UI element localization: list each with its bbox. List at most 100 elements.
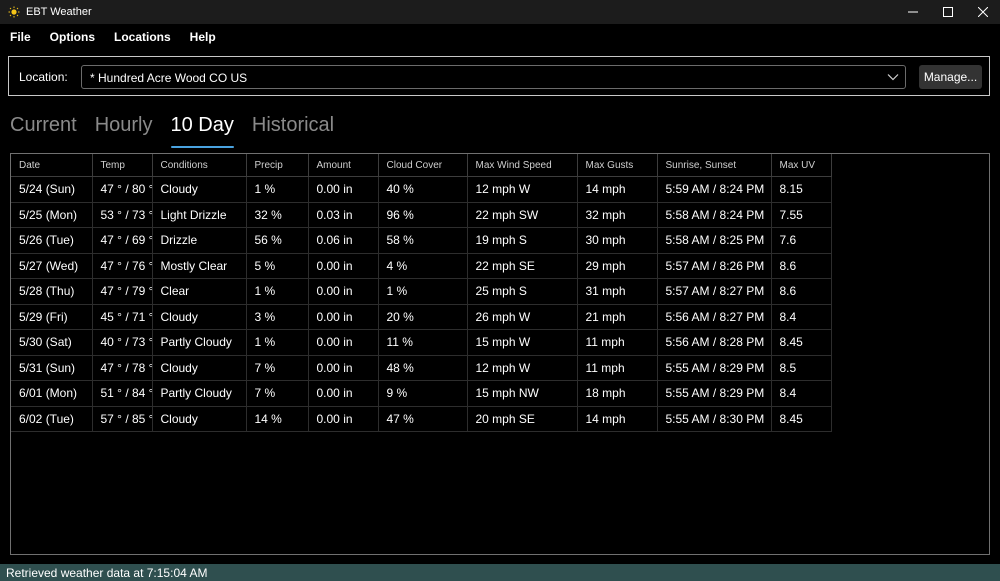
status-text: Retrieved weather data at 7:15:04 AM [6,565,208,580]
cell-max-wind-speed: 22 mph SE [467,253,578,279]
cell-date: 5/29 (Fri) [11,304,93,330]
cell-date: 5/28 (Thu) [11,278,93,305]
column-header-sunrise-sunset[interactable]: Sunrise, Sunset [657,154,772,177]
column-header-precip[interactable]: Precip [246,154,309,177]
column-header-conditions[interactable]: Conditions [152,154,247,177]
cell-max-gusts: 29 mph [577,253,658,279]
cell-amount: 0.00 in [308,355,379,381]
cell-precip: 1 % [246,278,309,305]
cell-max-gusts: 32 mph [577,202,658,228]
table-row[interactable]: 5/31 (Sun) 47 ° / 78 ° Cloudy 7 % 0.00 in 48 … [11,355,832,381]
title-bar[interactable]: EBT Weather [0,0,1000,24]
menu-file[interactable]: File [1,26,40,48]
cell-conditions: Light Drizzle [152,202,247,228]
tab-current[interactable]: Current [10,112,77,144]
cell-max-wind-speed: 20 mph SE [467,406,578,432]
cell-max-uv: 8.6 [771,253,832,279]
cell-precip: 5 % [246,253,309,279]
menu-bar: File Options Locations Help [0,26,225,48]
menu-locations[interactable]: Locations [105,26,180,48]
menu-help[interactable]: Help [181,26,225,48]
table-row[interactable]: 5/28 (Thu) 47 ° / 79 ° Clear 1 % 0.00 in 1 % 2… [11,278,832,305]
table-row[interactable]: 5/27 (Wed) 47 ° / 76 ° Mostly Clear 5 % 0.00… [11,253,832,279]
cell-max-gusts: 14 mph [577,176,658,203]
cell-amount: 0.00 in [308,329,379,356]
cell-sunrise-sunset: 5:56 AM / 8:28 PM [657,329,772,356]
cell-temp: 45 ° / 71 ° [92,304,153,330]
manage-button[interactable]: Manage... [919,65,982,89]
table-row[interactable]: 5/30 (Sat) 40 ° / 73 ° Partly Cloudy 1 % 0.0… [11,329,832,356]
cell-sunrise-sunset: 5:55 AM / 8:29 PM [657,380,772,407]
cell-conditions: Partly Cloudy [152,329,247,356]
cell-precip: 14 % [246,406,309,432]
cell-sunrise-sunset: 5:59 AM / 8:24 PM [657,176,772,203]
column-header-max-wind-speed[interactable]: Max Wind Speed [467,154,578,177]
cell-max-uv: 7.6 [771,227,832,254]
cell-conditions: Cloudy [152,406,247,432]
column-header-temp[interactable]: Temp [92,154,153,177]
cell-max-wind-speed: 19 mph S [467,227,578,254]
cell-precip: 7 % [246,380,309,407]
chevron-down-icon [887,74,899,81]
cell-max-wind-speed: 22 mph SW [467,202,578,228]
cell-max-wind-speed: 15 mph NW [467,380,578,407]
table-header-row: Date Temp Conditions Precip Amount Cloud… [11,154,832,177]
cell-sunrise-sunset: 5:55 AM / 8:29 PM [657,355,772,381]
table-row[interactable]: 5/24 (Sun) 47 ° / 80 ° Cloudy 1 % 0.00 in 40 … [11,176,832,203]
cell-amount: 0.00 in [308,380,379,407]
cell-temp: 47 ° / 69 ° [92,227,153,254]
table-row[interactable]: 5/26 (Tue) 47 ° / 69 ° Drizzle 56 % 0.06 in 5… [11,227,832,254]
cell-precip: 1 % [246,176,309,203]
cell-conditions: Partly Cloudy [152,380,247,407]
table-row[interactable]: 6/01 (Mon) 51 ° / 84 ° Partly Cloudy 7 % 0.0… [11,380,832,407]
sun-icon [8,6,20,18]
table-row[interactable]: 5/29 (Fri) 45 ° / 71 ° Cloudy 3 % 0.00 in 20 … [11,304,832,330]
maximize-icon [942,7,953,17]
cell-temp: 47 ° / 79 ° [92,278,153,305]
table-row[interactable]: 5/25 (Mon) 53 ° / 73 ° Light Drizzle 32 % 0.… [11,202,832,228]
cell-sunrise-sunset: 5:57 AM / 8:27 PM [657,278,772,305]
cell-max-wind-speed: 26 mph W [467,304,578,330]
cell-cloud-cover: 1 % [378,278,468,305]
cell-date: 5/26 (Tue) [11,227,93,254]
cell-cloud-cover: 40 % [378,176,468,203]
cell-max-gusts: 11 mph [577,329,658,356]
cell-temp: 47 ° / 76 ° [92,253,153,279]
cell-temp: 57 ° / 85 ° [92,406,153,432]
table-row[interactable]: 6/02 (Tue) 57 ° / 85 ° Cloudy 14 % 0.00 in 47… [11,406,832,432]
menu-options[interactable]: Options [41,26,104,48]
minimize-button[interactable] [895,0,930,24]
close-button[interactable] [965,0,1000,24]
cell-date: 6/01 (Mon) [11,380,93,407]
column-header-date[interactable]: Date [11,154,93,177]
column-header-amount[interactable]: Amount [308,154,379,177]
window-title: EBT Weather [26,6,92,18]
column-header-cloud-cover[interactable]: Cloud Cover [378,154,468,177]
cell-amount: 0.00 in [308,176,379,203]
cell-cloud-cover: 9 % [378,380,468,407]
cell-amount: 0.00 in [308,278,379,305]
cell-cloud-cover: 58 % [378,227,468,254]
cell-max-wind-speed: 25 mph S [467,278,578,305]
cell-sunrise-sunset: 5:58 AM / 8:24 PM [657,202,772,228]
forecast-table: Date Temp Conditions Precip Amount Cloud… [11,154,832,432]
cell-precip: 1 % [246,329,309,356]
cell-cloud-cover: 20 % [378,304,468,330]
app-window: EBT Weather File Options Locations Help … [0,0,1000,581]
cell-amount: 0.00 in [308,253,379,279]
cell-temp: 40 ° / 73 ° [92,329,153,356]
cell-temp: 47 ° / 80 ° [92,176,153,203]
cell-conditions: Cloudy [152,355,247,381]
forecast-grid[interactable]: Date Temp Conditions Precip Amount Cloud… [10,153,990,555]
tab-hourly[interactable]: Hourly [95,112,153,144]
tab-historical[interactable]: Historical [252,112,334,144]
cell-conditions: Mostly Clear [152,253,247,279]
cell-sunrise-sunset: 5:57 AM / 8:26 PM [657,253,772,279]
column-header-max-uv[interactable]: Max UV [771,154,832,177]
tab-10-day[interactable]: 10 Day [170,112,235,148]
cell-date: 5/31 (Sun) [11,355,93,381]
maximize-button[interactable] [930,0,965,24]
location-dropdown[interactable]: * Hundred Acre Wood CO US [81,65,906,89]
minimize-icon [907,11,918,13]
column-header-max-gusts[interactable]: Max Gusts [577,154,658,177]
